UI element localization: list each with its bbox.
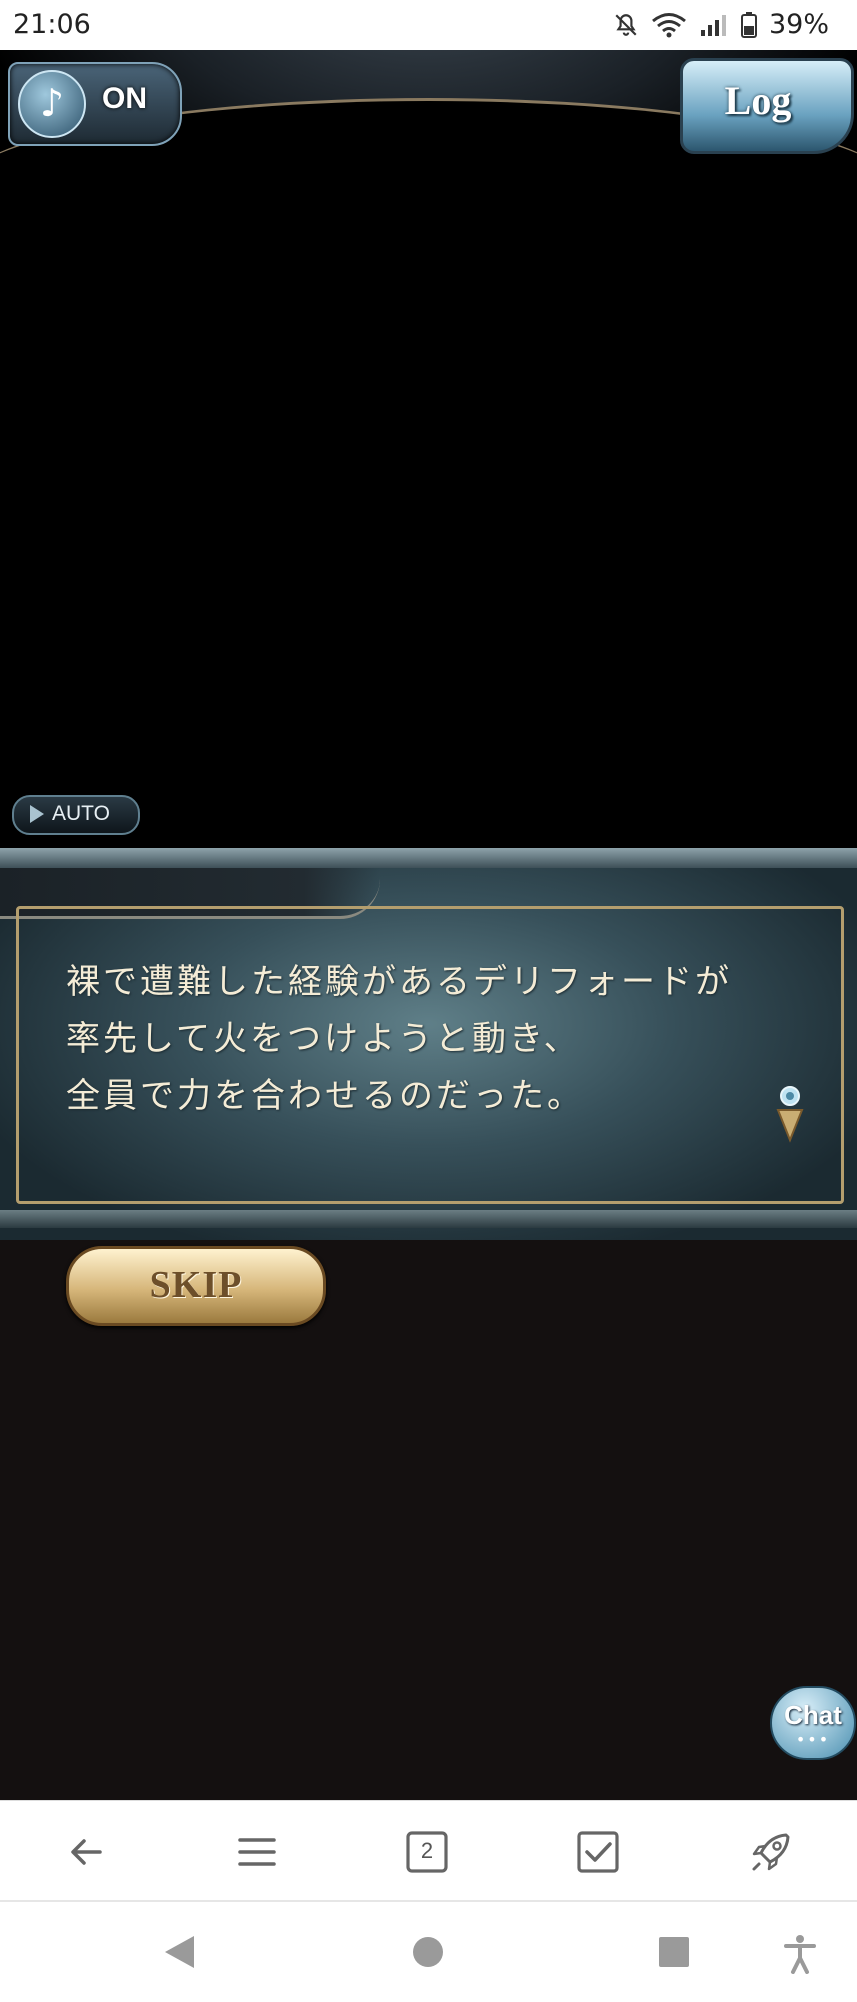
browser-toolbar: 2 (0, 1800, 857, 1901)
dialog-top-rail (0, 848, 857, 868)
dialog-text: 裸で遭難した経験があるデリフォードが 率先して火をつけようと動き、 全員で力を合… (66, 954, 786, 1125)
dialog-box[interactable]: 裸で遭難した経験があるデリフォードが 率先して火をつけようと動き、 全員で力を合… (0, 848, 857, 1240)
battery-percent: 39% (768, 9, 829, 40)
play-icon (30, 805, 44, 823)
auto-button-label: AUTO (52, 802, 110, 825)
tabs-icon[interactable]: 2 (402, 1827, 452, 1877)
music-toggle-button[interactable]: ♪ ON (8, 62, 182, 146)
dialog-bottom-rail (0, 1210, 857, 1228)
game-view[interactable]: ♪ ON Log AUTO 裸で遭難した経験があるデリフォードが 率先して火をつ… (0, 50, 857, 1800)
log-button-label: Log (724, 78, 792, 123)
story-scene[interactable]: ♪ ON Log AUTO (0, 50, 857, 848)
chat-button-label: Chat (784, 1700, 842, 1730)
system-navigation-bar (0, 1900, 857, 2002)
accessibility-icon[interactable] (782, 1934, 818, 1974)
status-time: 21:06 (13, 9, 91, 40)
chat-dots: ••• (795, 1730, 831, 1749)
recents-square-icon[interactable] (657, 1934, 691, 1970)
next-page-indicator-icon (776, 1086, 804, 1143)
back-arrow-icon[interactable] (62, 1827, 112, 1877)
home-circle-icon[interactable] (411, 1934, 445, 1970)
chat-button[interactable]: Chat ••• (770, 1686, 856, 1760)
signal-icon (700, 14, 726, 36)
back-triangle-icon[interactable] (162, 1934, 196, 1970)
music-toggle-label: ON (102, 82, 147, 115)
dialog-line: 全員で力を合わせるのだった。 (66, 1076, 584, 1116)
log-button[interactable]: Log (680, 58, 854, 154)
menu-icon[interactable] (232, 1827, 282, 1877)
tab-count: 2 (420, 1838, 434, 1863)
battery-icon (740, 11, 757, 38)
checkbox-icon[interactable] (573, 1827, 623, 1877)
skip-button-label: SKIP (149, 1264, 243, 1306)
rocket-icon[interactable] (746, 1827, 796, 1877)
status-bar: 21:06 39% (0, 0, 857, 50)
dialog-line: 裸で遭難した経験があるデリフォードが (66, 962, 732, 1002)
wifi-icon (652, 12, 686, 37)
skip-button[interactable]: SKIP (66, 1246, 326, 1326)
bell-off-icon (615, 13, 637, 36)
status-icons: 39% (613, 9, 829, 40)
dialog-line: 率先して火をつけようと動き、 (66, 1019, 581, 1059)
music-note-icon: ♪ (18, 70, 86, 138)
auto-button[interactable]: AUTO (12, 795, 140, 835)
